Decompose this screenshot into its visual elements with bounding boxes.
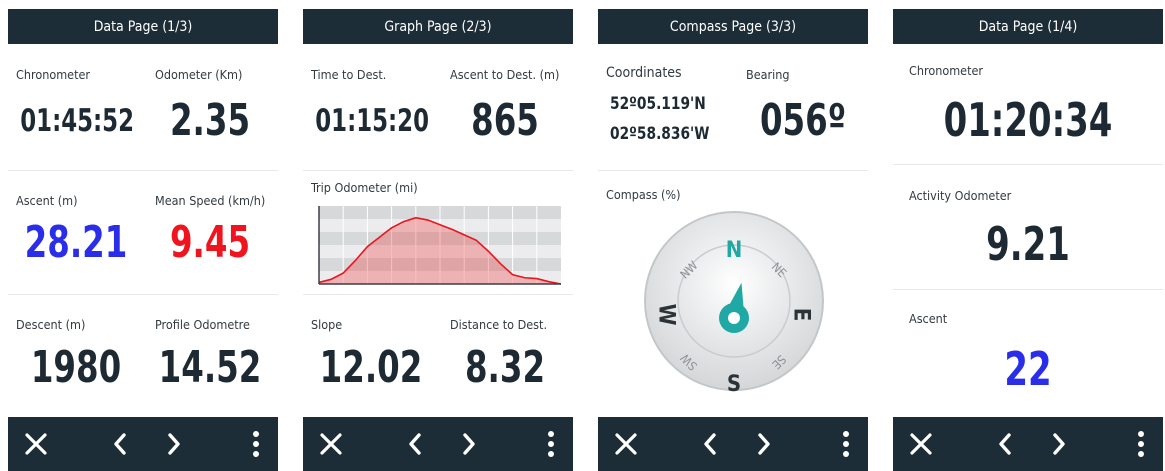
divider — [893, 164, 1163, 165]
compass-north: N — [725, 238, 743, 263]
field-value: 22 — [1004, 342, 1052, 396]
field-value: 9.45 — [169, 217, 251, 268]
field-value: 1980 — [30, 342, 122, 393]
footer-toolbar — [598, 417, 868, 471]
close-icon — [910, 433, 932, 455]
screen-compass-page: Compass Page (3/3) Coordinates Bearing 5… — [598, 9, 868, 471]
coordinates-label: Coordinates — [606, 65, 682, 81]
previous-page-button[interactable] — [688, 417, 732, 471]
field-label: Time to Dest. — [311, 67, 387, 82]
divider — [8, 294, 278, 295]
field-label: Ascent — [909, 311, 948, 326]
field-label: Ascent to Dest. (m) — [450, 67, 560, 82]
latitude-value: 52º05.119'N — [610, 94, 706, 114]
divider — [8, 170, 278, 171]
divider — [303, 170, 573, 171]
footer-toolbar — [893, 417, 1163, 471]
next-page-button[interactable] — [1037, 417, 1081, 471]
previous-page-button[interactable] — [393, 417, 437, 471]
previous-page-button[interactable] — [983, 417, 1027, 471]
more-button[interactable] — [533, 417, 569, 471]
field-value: 14.52 — [158, 342, 262, 393]
field-label: Chronometer — [16, 67, 91, 82]
more-vertical-icon — [548, 431, 554, 457]
compass-label: Compass (%) — [606, 187, 681, 202]
screen-data-page-4: Data Page (1/4) Chronometer 01:20:34 Act… — [893, 9, 1163, 471]
graph-label: Trip Odometer (mi) — [311, 180, 418, 195]
chevron-left-icon — [999, 433, 1011, 455]
bearing-label: Bearing — [746, 67, 790, 82]
close-icon — [615, 433, 637, 455]
field-label: Odometer (Km) — [155, 67, 243, 82]
footer-toolbar — [8, 417, 278, 471]
field-label: Descent (m) — [16, 317, 86, 332]
close-button[interactable] — [8, 417, 64, 471]
next-page-button[interactable] — [742, 417, 786, 471]
compass-east: E — [788, 307, 814, 322]
chevron-right-icon — [168, 433, 180, 455]
trip-odometer-graph — [318, 206, 562, 285]
chevron-right-icon — [758, 433, 770, 455]
compass-west: W — [653, 303, 679, 326]
compass-south: S — [726, 372, 742, 397]
more-vertical-icon — [843, 431, 849, 457]
divider — [598, 170, 868, 171]
next-page-button[interactable] — [152, 417, 196, 471]
screen-title: Graph Page (2/3) — [303, 9, 573, 44]
next-page-button[interactable] — [447, 417, 491, 471]
chevron-left-icon — [704, 433, 716, 455]
field-value: 01:20:34 — [943, 93, 1113, 147]
footer-toolbar — [303, 417, 573, 471]
field-value: 8.32 — [464, 342, 546, 393]
field-value: 01:45:52 — [20, 103, 135, 139]
longitude-value: 02º58.836'W — [610, 124, 710, 144]
bearing-value: 056º — [759, 95, 847, 146]
divider — [303, 294, 573, 295]
close-button[interactable] — [893, 417, 949, 471]
chevron-left-icon — [409, 433, 421, 455]
field-label: Profile Odometre — [155, 317, 250, 332]
more-vertical-icon — [1138, 431, 1144, 457]
divider — [893, 289, 1163, 290]
close-icon — [25, 433, 47, 455]
field-label: Activity Odometer — [909, 188, 1012, 203]
field-value: 865 — [471, 95, 539, 146]
previous-page-button[interactable] — [98, 417, 142, 471]
screen-data-page-1: Data Page (1/3) Chronometer Odometer (Km… — [8, 9, 278, 471]
field-label: Slope — [311, 317, 343, 332]
field-value: 12.02 — [319, 342, 423, 393]
field-label: Distance to Dest. — [450, 317, 548, 332]
screen-title: Data Page (1/4) — [893, 9, 1163, 44]
close-icon — [320, 433, 342, 455]
close-button[interactable] — [303, 417, 359, 471]
field-label: Chronometer — [909, 63, 984, 78]
screen-title: Data Page (1/3) — [8, 9, 278, 44]
field-label: Ascent (m) — [16, 193, 78, 208]
field-value: 2.35 — [169, 95, 251, 146]
field-value: 28.21 — [24, 217, 128, 268]
more-button[interactable] — [828, 417, 864, 471]
field-value: 9.21 — [986, 217, 1070, 271]
field-label: Mean Speed (km/h) — [155, 193, 266, 208]
screen-title: Compass Page (3/3) — [598, 9, 868, 44]
chevron-right-icon — [1053, 433, 1065, 455]
screen-graph-page: Graph Page (2/3) Time to Dest. Ascent to… — [303, 9, 573, 471]
field-value: 01:15:20 — [315, 103, 430, 139]
more-button[interactable] — [1123, 417, 1159, 471]
chevron-right-icon — [463, 433, 475, 455]
close-button[interactable] — [598, 417, 654, 471]
more-vertical-icon — [253, 431, 259, 457]
chevron-left-icon — [114, 433, 126, 455]
more-button[interactable] — [238, 417, 274, 471]
